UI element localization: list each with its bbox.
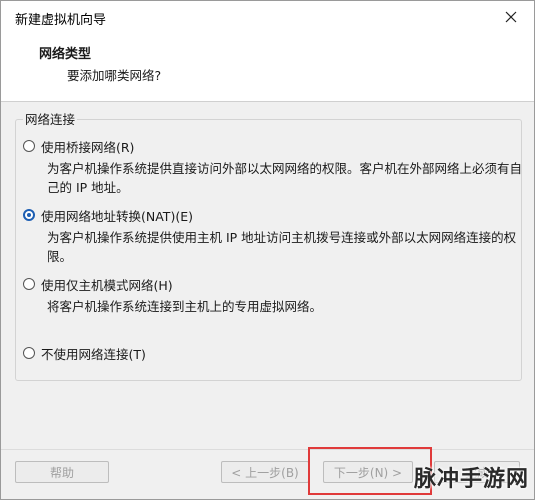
option-bridged-description: 为客户机操作系统提供直接访问外部以太网网络的权限。客户机在外部网络上必须有自己的… <box>47 161 523 195</box>
radio-host-only[interactable] <box>23 278 35 290</box>
window-title: 新建虚拟机向导 <box>15 13 107 28</box>
option-bridged-label[interactable]: 使用桥接网络(R) <box>41 137 134 156</box>
radio-bridged[interactable] <box>23 140 35 152</box>
group-label: 网络连接 <box>23 109 78 128</box>
back-button[interactable]: < 上一步(B) <box>221 461 309 483</box>
title-bar: 新建虚拟机向导 <box>1 1 534 33</box>
option-host-only[interactable]: 使用仅主机模式网络(H) 将客户机操作系统连接到主机上的专用虚拟网络。 <box>23 275 527 316</box>
option-nat-description: 为客户机操作系统提供使用主机 IP 地址访问主机拨号连接或外部以太网网络连接的权… <box>47 230 517 264</box>
option-no-network[interactable]: 不使用网络连接(T) <box>23 344 146 362</box>
option-no-network-label[interactable]: 不使用网络连接(T) <box>41 344 146 363</box>
close-icon <box>505 11 517 23</box>
page-subtitle: 要添加哪类网络? <box>67 68 162 83</box>
option-nat-label[interactable]: 使用网络地址转换(NAT)(E) <box>41 206 193 225</box>
header-panel: 网络类型 要添加哪类网络? <box>1 33 534 102</box>
option-host-only-label[interactable]: 使用仅主机模式网络(H) <box>41 275 173 294</box>
wizard-window: 新建虚拟机向导 网络类型 要添加哪类网络? 网络连接 使用桥接网络(R) 为客户… <box>0 0 535 500</box>
help-button[interactable]: 帮助 <box>15 461 109 483</box>
watermark-text: 脉冲手游网 <box>414 467 530 492</box>
option-bridged[interactable]: 使用桥接网络(R) 为客户机操作系统提供直接访问外部以太网网络的权限。客户机在外… <box>23 137 527 197</box>
option-nat[interactable]: 使用网络地址转换(NAT)(E) 为客户机操作系统提供使用主机 IP 地址访问主… <box>23 206 527 266</box>
page-title: 网络类型 <box>39 47 92 62</box>
radio-nat[interactable] <box>23 209 35 221</box>
option-host-only-description: 将客户机操作系统连接到主机上的专用虚拟网络。 <box>47 299 323 314</box>
footer-divider <box>1 449 534 450</box>
radio-no-network[interactable] <box>23 347 35 359</box>
close-button[interactable] <box>494 4 528 30</box>
